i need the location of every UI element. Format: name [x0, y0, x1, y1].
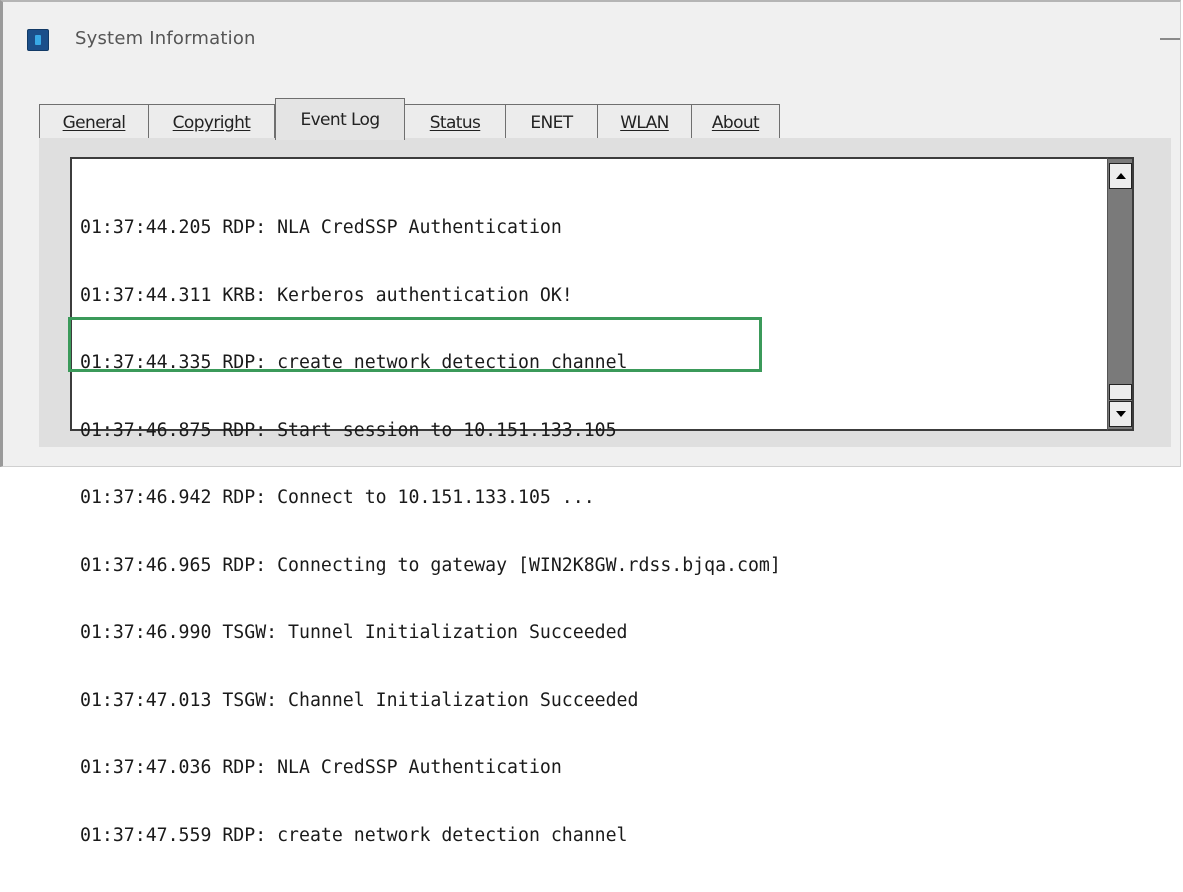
log-line: 01:37:44.311 KRB: Kerberos authenticatio…: [80, 284, 573, 306]
tab-general[interactable]: General: [39, 104, 149, 140]
log-line: 01:37:44.335 RDP: create network detecti…: [80, 352, 628, 373]
scroll-thumb[interactable]: [1109, 384, 1132, 400]
tab-label: WLAN: [620, 112, 669, 133]
tab-enet[interactable]: ENET: [506, 104, 598, 140]
arrow-up-icon: [1115, 173, 1126, 179]
tab-label: ENET: [530, 112, 573, 133]
tab-label: Copyright: [172, 112, 251, 133]
tab-label: Status: [429, 112, 481, 133]
arrow-down-icon: [1115, 411, 1126, 417]
log-line: 01:37:47.013 TSGW: Channel Initializatio…: [80, 689, 639, 711]
log-line: 01:37:47.036 RDP: NLA CredSSP Authentica…: [80, 757, 562, 778]
scroll-down-button[interactable]: [1109, 401, 1132, 427]
tab-wlan[interactable]: WLAN: [598, 104, 692, 140]
tab-label: About: [711, 112, 760, 133]
minimize-icon[interactable]: [1160, 38, 1180, 40]
tab-event-log[interactable]: Event Log: [275, 98, 405, 140]
log-line: 01:37:47.559 RDP: create network detecti…: [80, 824, 628, 846]
tab-label: General: [62, 112, 126, 133]
tab-copyright[interactable]: Copyright: [149, 104, 275, 140]
tab-bar: General Copyright Event Log Status ENET …: [39, 98, 780, 140]
log-line: 01:37:46.990 TSGW: Tunnel Initialization…: [80, 622, 628, 643]
tab-label: Event Log: [300, 109, 380, 130]
log-line: 01:37:46.942 RDP: Connect to 10.151.133.…: [80, 487, 595, 508]
log-line: 01:37:46.875 RDP: Start session to 10.15…: [80, 419, 617, 441]
log-line: 01:37:44.205 RDP: NLA CredSSP Authentica…: [80, 217, 562, 238]
scroll-up-button[interactable]: [1109, 163, 1132, 189]
log-line: 01:37:46.965 RDP: Connecting to gateway …: [80, 554, 781, 576]
system-information-window: System Information General Copyright Eve…: [0, 0, 1181, 846]
tab-about[interactable]: About: [692, 104, 780, 140]
system-info-icon: [27, 29, 49, 51]
window-title: System Information: [75, 28, 256, 49]
event-log-lines: 01:37:44.205 RDP: NLA CredSSP Authentica…: [80, 172, 781, 892]
tab-status[interactable]: Status: [405, 104, 506, 140]
vertical-scrollbar[interactable]: [1107, 157, 1134, 431]
event-log-textarea[interactable]: 01:37:44.205 RDP: NLA CredSSP Authentica…: [70, 157, 1134, 846]
